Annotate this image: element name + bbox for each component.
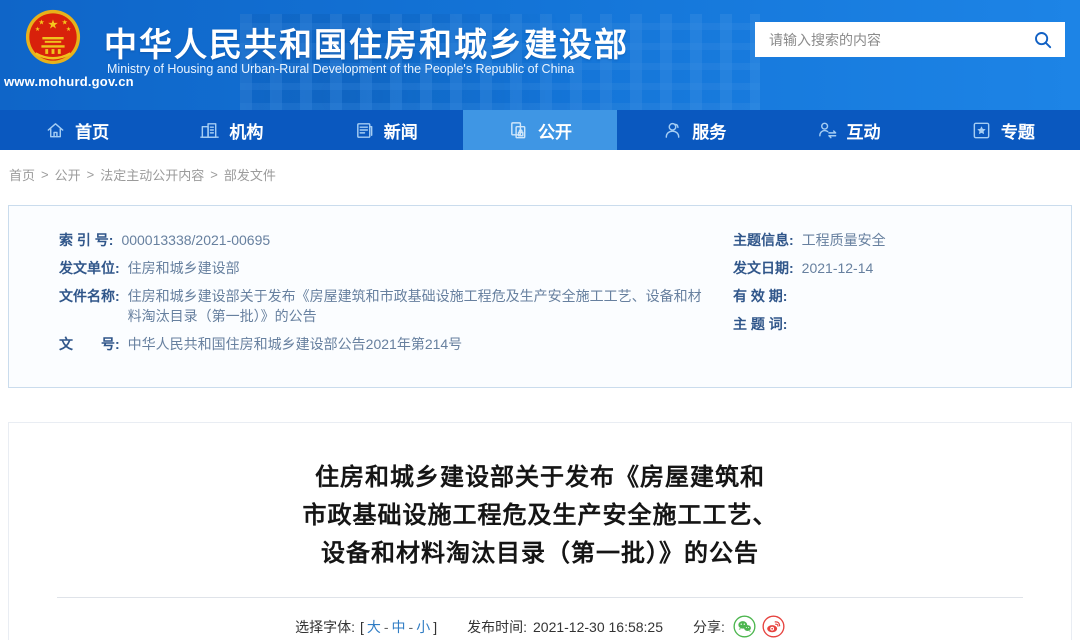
nav-item-label: 公开	[538, 118, 572, 143]
home-icon	[45, 120, 66, 141]
search-icon	[1033, 30, 1053, 50]
article-title-line: 市政基础设施工程危及生产安全施工工艺、	[9, 497, 1071, 535]
article-title: 住房和城乡建设部关于发布《房屋建筑和 市政基础设施工程危及生产安全施工工艺、 设…	[9, 459, 1071, 573]
info-row-document-name: 文件名称: 住房和城乡建设部关于发布《房屋建筑和市政基础设施工程危及生产安全施工…	[59, 286, 715, 326]
info-row-keywords: 主 题 词:	[733, 314, 1055, 334]
main-nav: 首页 机构 新闻 公开	[0, 110, 1080, 150]
info-value: 工程质量安全	[802, 230, 886, 250]
info-value: 住房和城乡建设部	[128, 258, 240, 278]
svg-text:★: ★	[66, 26, 71, 33]
info-label: 文件名称:	[59, 286, 120, 326]
svg-text:★: ★	[38, 18, 44, 26]
nav-item-label: 服务	[692, 118, 726, 143]
nav-item-label: 机构	[229, 118, 263, 143]
article-title-line: 设备和材料淘汰目录（第一批）》的公告	[9, 535, 1071, 573]
nav-item-label: 首页	[75, 118, 109, 143]
topics-icon	[971, 120, 992, 141]
article-title-line: 住房和城乡建设部关于发布《房屋建筑和	[9, 459, 1071, 497]
font-size-small-button[interactable]: 小	[413, 617, 433, 637]
weibo-share-icon[interactable]	[762, 615, 785, 638]
news-icon	[354, 120, 375, 141]
svg-text:★: ★	[35, 26, 40, 33]
info-row-subject-info: 主题信息: 工程质量安全	[733, 230, 1055, 250]
title-divider	[57, 597, 1023, 598]
info-row-issuing-unit: 发文单位: 住房和城乡建设部	[59, 258, 715, 278]
disclosure-icon	[508, 120, 529, 141]
search-box	[755, 22, 1065, 57]
info-label: 文 号:	[59, 334, 120, 354]
breadcrumb-item-disclosure[interactable]: 公开	[55, 165, 81, 184]
bracket-close: ]	[433, 619, 437, 635]
info-value: 2021-12-14	[802, 258, 874, 278]
font-size-large-button[interactable]: 大	[364, 617, 384, 637]
breadcrumb-separator: >	[41, 167, 49, 182]
site-title-english: Ministry of Housing and Urban-Rural Deve…	[107, 62, 574, 76]
mohurd-page: ★ ★ ★ ★ ★ www.mohurd.gov.cn 中华人民共和国住房和城乡…	[0, 0, 1080, 640]
info-label: 索 引 号:	[59, 230, 113, 250]
breadcrumb-item-statutory[interactable]: 法定主动公开内容	[100, 165, 204, 184]
publish-time-label: 发布时间:	[467, 617, 527, 637]
font-selector-label: 选择字体:	[295, 617, 355, 637]
nav-item-home[interactable]: 首页	[0, 110, 154, 150]
organization-icon	[199, 120, 220, 141]
nav-item-news[interactable]: 新闻	[309, 110, 463, 150]
info-value: 中华人民共和国住房和城乡建设部公告2021年第214号	[128, 334, 463, 354]
breadcrumb-separator: >	[87, 167, 95, 182]
info-label: 主题信息:	[733, 230, 794, 250]
site-header: ★ ★ ★ ★ ★ www.mohurd.gov.cn 中华人民共和国住房和城乡…	[0, 0, 1080, 110]
info-row-index-number: 索 引 号: 000013338/2021-00695	[59, 230, 715, 250]
info-label: 发文日期:	[733, 258, 794, 278]
national-emblem-icon[interactable]: ★ ★ ★ ★ ★	[24, 8, 82, 66]
search-button[interactable]	[1031, 28, 1055, 52]
service-icon	[662, 120, 683, 141]
font-size-selector: 选择字体: [ 大 - 中 - 小 ]	[295, 617, 437, 637]
nav-item-organization[interactable]: 机构	[154, 110, 308, 150]
info-label: 主 题 词:	[733, 314, 787, 334]
breadcrumb: 首页 > 公开 > 法定主动公开内容 > 部发文件	[0, 150, 1080, 198]
publish-time-value: 2021-12-30 16:58:25	[533, 619, 663, 635]
info-row-validity-period: 有 效 期:	[733, 286, 1055, 306]
info-label: 发文单位:	[59, 258, 120, 278]
wechat-share-icon[interactable]	[733, 615, 756, 638]
document-info-left-column: 索 引 号: 000013338/2021-00695 发文单位: 住房和城乡建…	[59, 230, 733, 371]
nav-item-label: 新闻	[384, 118, 418, 143]
svg-text:★: ★	[62, 18, 68, 26]
nav-item-label: 专题	[1001, 118, 1035, 143]
info-label: 有 效 期:	[733, 286, 787, 306]
svg-text:★: ★	[47, 17, 58, 31]
nav-item-disclosure[interactable]: 公开	[463, 110, 617, 150]
article-meta-row: 选择字体: [ 大 - 中 - 小 ] 发布时间: 2021-12-30 16:…	[9, 615, 1071, 638]
info-value: 住房和城乡建设部关于发布《房屋建筑和市政基础设施工程危及生产安全施工工艺、设备和…	[128, 286, 715, 326]
search-input[interactable]	[769, 32, 1031, 48]
breadcrumb-separator: >	[210, 167, 218, 182]
nav-item-label: 互动	[847, 118, 881, 143]
info-row-issue-date: 发文日期: 2021-12-14	[733, 258, 1055, 278]
breadcrumb-item-documents[interactable]: 部发文件	[224, 165, 276, 184]
document-info-box: 索 引 号: 000013338/2021-00695 发文单位: 住房和城乡建…	[8, 205, 1072, 388]
nav-item-interaction[interactable]: 互动	[771, 110, 925, 150]
info-row-document-number: 文 号: 中华人民共和国住房和城乡建设部公告2021年第214号	[59, 334, 715, 354]
site-url: www.mohurd.gov.cn	[4, 74, 112, 89]
interaction-icon	[817, 120, 838, 141]
nav-item-service[interactable]: 服务	[617, 110, 771, 150]
article-card: 住房和城乡建设部关于发布《房屋建筑和 市政基础设施工程危及生产安全施工工艺、 设…	[8, 422, 1072, 640]
document-info-right-column: 主题信息: 工程质量安全 发文日期: 2021-12-14 有 效 期: 主 题…	[733, 230, 1055, 371]
site-title-chinese: 中华人民共和国住房和城乡建设部	[104, 18, 629, 66]
share-label: 分享:	[693, 617, 725, 637]
breadcrumb-item-home[interactable]: 首页	[9, 165, 35, 184]
info-value: 000013338/2021-00695	[121, 230, 270, 250]
share-controls: 分享:	[693, 615, 785, 638]
nav-item-topics[interactable]: 专题	[926, 110, 1080, 150]
font-size-medium-button[interactable]: 中	[389, 617, 409, 637]
